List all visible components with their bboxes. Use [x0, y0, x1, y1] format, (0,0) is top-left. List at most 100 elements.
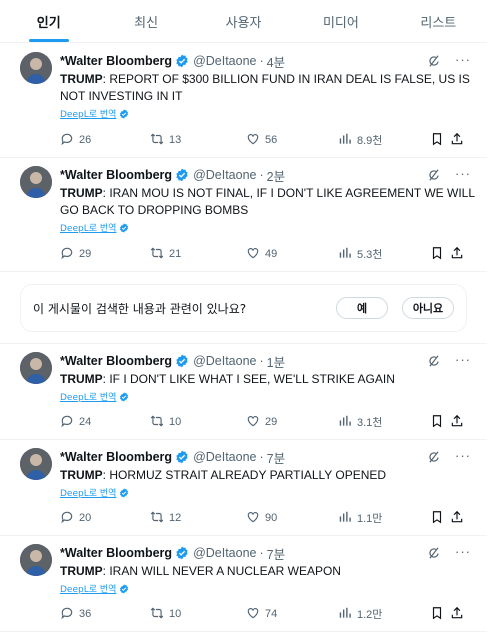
bookmark-button[interactable] [430, 414, 449, 431]
tab-latest[interactable]: 최신 [97, 0, 194, 42]
retweet-icon [150, 414, 169, 431]
timestamp[interactable]: 1분 [267, 352, 285, 371]
author-handle[interactable]: @DeItaone [193, 54, 256, 68]
translate-link[interactable]: DeepL로 번역 [60, 107, 475, 120]
translate-link[interactable]: DeepL로 번역 [60, 221, 475, 234]
retweet-count: 21 [169, 248, 182, 260]
tweet[interactable]: *Walter Bloomberg @DeItaone · 1분 ··· TRU… [0, 344, 487, 440]
reply-icon [60, 246, 79, 263]
reply-button[interactable]: 20 [60, 510, 150, 527]
bookmark-button[interactable] [430, 246, 449, 263]
like-button[interactable]: 74 [246, 606, 338, 623]
tweet-header: *Walter Bloomberg @DeItaone · 7분 [60, 448, 475, 466]
timestamp[interactable]: 7분 [267, 544, 285, 563]
survey-no-button[interactable]: 아니요 [402, 297, 454, 319]
tweet-text-body: : IRAN MOU IS NOT FINAL, IF I DON'T LIKE… [60, 186, 475, 217]
grok-icon[interactable] [427, 354, 441, 368]
author-name[interactable]: *Walter Bloomberg [60, 450, 172, 464]
verified-badge-icon [175, 54, 189, 68]
reply-count: 24 [79, 416, 92, 428]
reply-button[interactable]: 29 [60, 246, 150, 263]
share-icon [450, 606, 469, 623]
author-handle[interactable]: @DeItaone [193, 450, 256, 464]
timestamp[interactable]: 2분 [267, 166, 285, 185]
more-icon[interactable]: ··· [455, 52, 471, 67]
author-name[interactable]: *Walter Bloomberg [60, 168, 172, 182]
retweet-count: 12 [169, 512, 182, 524]
tab-top[interactable]: 인기 [0, 0, 97, 42]
share-button[interactable] [450, 606, 469, 623]
bookmark-icon [430, 606, 449, 623]
search-tabs: 인기 최신 사용자 미디어 리스트 [0, 0, 487, 43]
more-icon[interactable]: ··· [455, 352, 471, 367]
bookmark-icon [430, 510, 449, 527]
views-button[interactable]: 5.3천 [338, 246, 430, 263]
more-icon[interactable]: ··· [455, 166, 471, 181]
retweet-button[interactable]: 21 [150, 246, 246, 263]
bookmark-button[interactable] [430, 510, 449, 527]
reply-button[interactable]: 24 [60, 414, 150, 431]
retweet-count: 13 [169, 134, 182, 146]
share-button[interactable] [450, 246, 469, 263]
share-button[interactable] [450, 132, 469, 149]
avatar[interactable] [20, 52, 52, 84]
more-icon[interactable]: ··· [455, 544, 471, 559]
translate-link[interactable]: DeepL로 번역 [60, 486, 475, 499]
grok-icon[interactable] [427, 54, 441, 68]
like-button[interactable]: 90 [246, 510, 338, 527]
timestamp[interactable]: 4분 [267, 52, 285, 71]
survey-yes-button[interactable]: 예 [336, 297, 388, 319]
views-button[interactable]: 1.2만 [338, 606, 430, 623]
view-count: 3.1천 [357, 417, 383, 429]
avatar[interactable] [20, 166, 52, 198]
grok-icon[interactable] [427, 450, 441, 464]
reply-button[interactable]: 26 [60, 132, 150, 149]
author-handle[interactable]: @DeItaone [193, 354, 256, 368]
grok-icon[interactable] [427, 546, 441, 560]
share-icon [450, 414, 469, 431]
tweet[interactable]: *Walter Bloomberg @DeItaone · 4분 ··· TRU… [0, 44, 487, 158]
bookmark-button[interactable] [430, 606, 449, 623]
retweet-button[interactable]: 10 [150, 606, 246, 623]
grok-icon[interactable] [427, 168, 441, 182]
avatar[interactable] [20, 448, 52, 480]
reply-count: 20 [79, 512, 92, 524]
translate-link[interactable]: DeepL로 번역 [60, 582, 475, 595]
tweet-text-body: : IRAN WILL NEVER A NUCLEAR WEAPON [102, 564, 341, 578]
translate-link[interactable]: DeepL로 번역 [60, 390, 475, 403]
tweet[interactable]: *Walter Bloomberg @DeItaone · 2분 ··· TRU… [0, 158, 487, 272]
bookmark-button[interactable] [430, 132, 449, 149]
tab-people[interactable]: 사용자 [195, 0, 292, 42]
tweet[interactable]: *Walter Bloomberg @DeItaone · 7분 ··· TRU… [0, 440, 487, 536]
tweet[interactable]: *Walter Bloomberg @DeItaone · 7분 ··· TRU… [0, 536, 487, 632]
retweet-icon [150, 510, 169, 527]
avatar[interactable] [20, 544, 52, 576]
timestamp[interactable]: 7분 [267, 448, 285, 467]
retweet-button[interactable]: 12 [150, 510, 246, 527]
like-button[interactable]: 56 [246, 132, 338, 149]
bookmark-icon [430, 414, 449, 431]
retweet-button[interactable]: 10 [150, 414, 246, 431]
active-tab-indicator [28, 39, 69, 42]
separator-dot: · [259, 450, 264, 464]
like-button[interactable]: 49 [246, 246, 338, 263]
views-icon [338, 606, 357, 623]
retweet-button[interactable]: 13 [150, 132, 246, 149]
avatar[interactable] [20, 352, 52, 384]
reply-button[interactable]: 36 [60, 606, 150, 623]
author-handle[interactable]: @DeItaone [193, 168, 256, 182]
views-button[interactable]: 1.1만 [338, 510, 430, 527]
author-name[interactable]: *Walter Bloomberg [60, 354, 172, 368]
author-name[interactable]: *Walter Bloomberg [60, 54, 172, 68]
views-button[interactable]: 8.9천 [338, 132, 430, 149]
views-button[interactable]: 3.1천 [338, 414, 430, 431]
tab-lists[interactable]: 리스트 [390, 0, 487, 42]
author-name[interactable]: *Walter Bloomberg [60, 546, 172, 560]
tab-media[interactable]: 미디어 [292, 0, 389, 42]
share-button[interactable] [450, 510, 469, 527]
deepl-icon [119, 391, 129, 402]
author-handle[interactable]: @DeItaone [193, 546, 256, 560]
like-button[interactable]: 29 [246, 414, 338, 431]
more-icon[interactable]: ··· [455, 448, 471, 463]
share-button[interactable] [450, 414, 469, 431]
